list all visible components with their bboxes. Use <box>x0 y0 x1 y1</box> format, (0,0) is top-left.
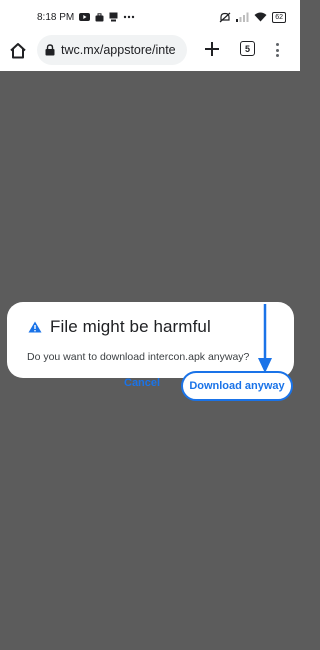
mute-icon <box>219 12 231 23</box>
annotation-arrow-icon <box>258 304 272 373</box>
warning-triangle-icon <box>28 321 42 333</box>
status-bar: 8:18 PM 62 <box>0 0 300 34</box>
dialog-title: File might be harmful <box>50 317 211 336</box>
address-bar[interactable]: twc.mx/appstore/inte <box>37 35 187 65</box>
download-icon <box>109 12 118 22</box>
dialog-message: Do you want to download intercon.apk any… <box>27 351 250 363</box>
battery-indicator: 62 <box>272 11 286 23</box>
download-anyway-button[interactable]: Download anyway <box>181 371 293 401</box>
plus-icon[interactable] <box>203 40 221 58</box>
status-right: 62 <box>219 11 286 23</box>
dialog-title-row: File might be harmful <box>28 317 211 337</box>
overflow-menu-icon[interactable] <box>270 40 284 60</box>
wifi-icon <box>254 12 267 22</box>
harmful-file-dialog: File might be harmful Do you want to dow… <box>7 302 294 401</box>
url-text: twc.mx/appstore/inte <box>61 43 176 57</box>
home-icon[interactable] <box>8 40 28 60</box>
status-time: 8:18 PM <box>37 11 75 23</box>
signal-icon <box>236 12 249 22</box>
browser-toolbar: twc.mx/appstore/inte 5 <box>0 34 300 71</box>
more-dots-icon <box>123 15 135 19</box>
cancel-button[interactable]: Cancel <box>124 377 160 389</box>
lock-icon[interactable] <box>45 44 55 56</box>
youtube-icon <box>79 13 91 21</box>
tab-switcher-icon[interactable]: 5 <box>240 41 255 56</box>
status-left: 8:18 PM <box>37 12 135 23</box>
briefcase-icon <box>95 12 104 22</box>
